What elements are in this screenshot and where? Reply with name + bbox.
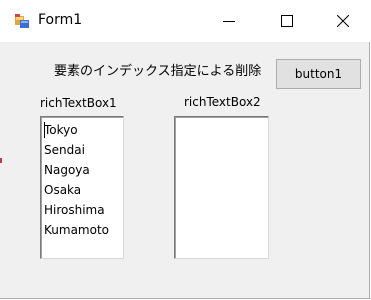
list-item: Hiroshima: [44, 203, 105, 217]
maximize-icon: [281, 15, 293, 27]
button1[interactable]: button1: [276, 59, 361, 89]
close-button[interactable]: [314, 0, 371, 42]
text-caret: [44, 122, 45, 138]
richtextbox1-label: richTextBox1: [40, 96, 117, 110]
list-item: Tokyo: [44, 123, 78, 137]
list-item: Sendai: [44, 143, 85, 157]
app-form-icon[interactable]: [14, 13, 30, 29]
minimize-icon: [223, 15, 235, 27]
window-title: Form1: [38, 12, 83, 28]
title-bar[interactable]: Form1: [0, 0, 370, 42]
list-item: Kumamoto: [44, 223, 109, 237]
form-window: Form1 要素のインデックス指定による削除 button1 richTextB…: [0, 0, 370, 299]
form-heading-label: 要素のインデックス指定による削除: [54, 64, 262, 79]
list-item: Nagoya: [44, 163, 90, 177]
richtextbox1[interactable]: Tokyo Sendai Nagoya Osaka Hiroshima Kuma…: [40, 116, 124, 259]
list-item: Osaka: [44, 183, 82, 197]
maximize-button[interactable]: [258, 0, 316, 42]
richtextbox2-label: richTextBox2: [184, 95, 261, 109]
richtextbox2[interactable]: [174, 116, 269, 259]
edge-artifact: [0, 158, 2, 163]
richtextbox1-content: Tokyo Sendai Nagoya Osaka Hiroshima Kuma…: [44, 120, 109, 240]
close-icon: [337, 15, 349, 27]
minimize-button[interactable]: [200, 0, 258, 42]
